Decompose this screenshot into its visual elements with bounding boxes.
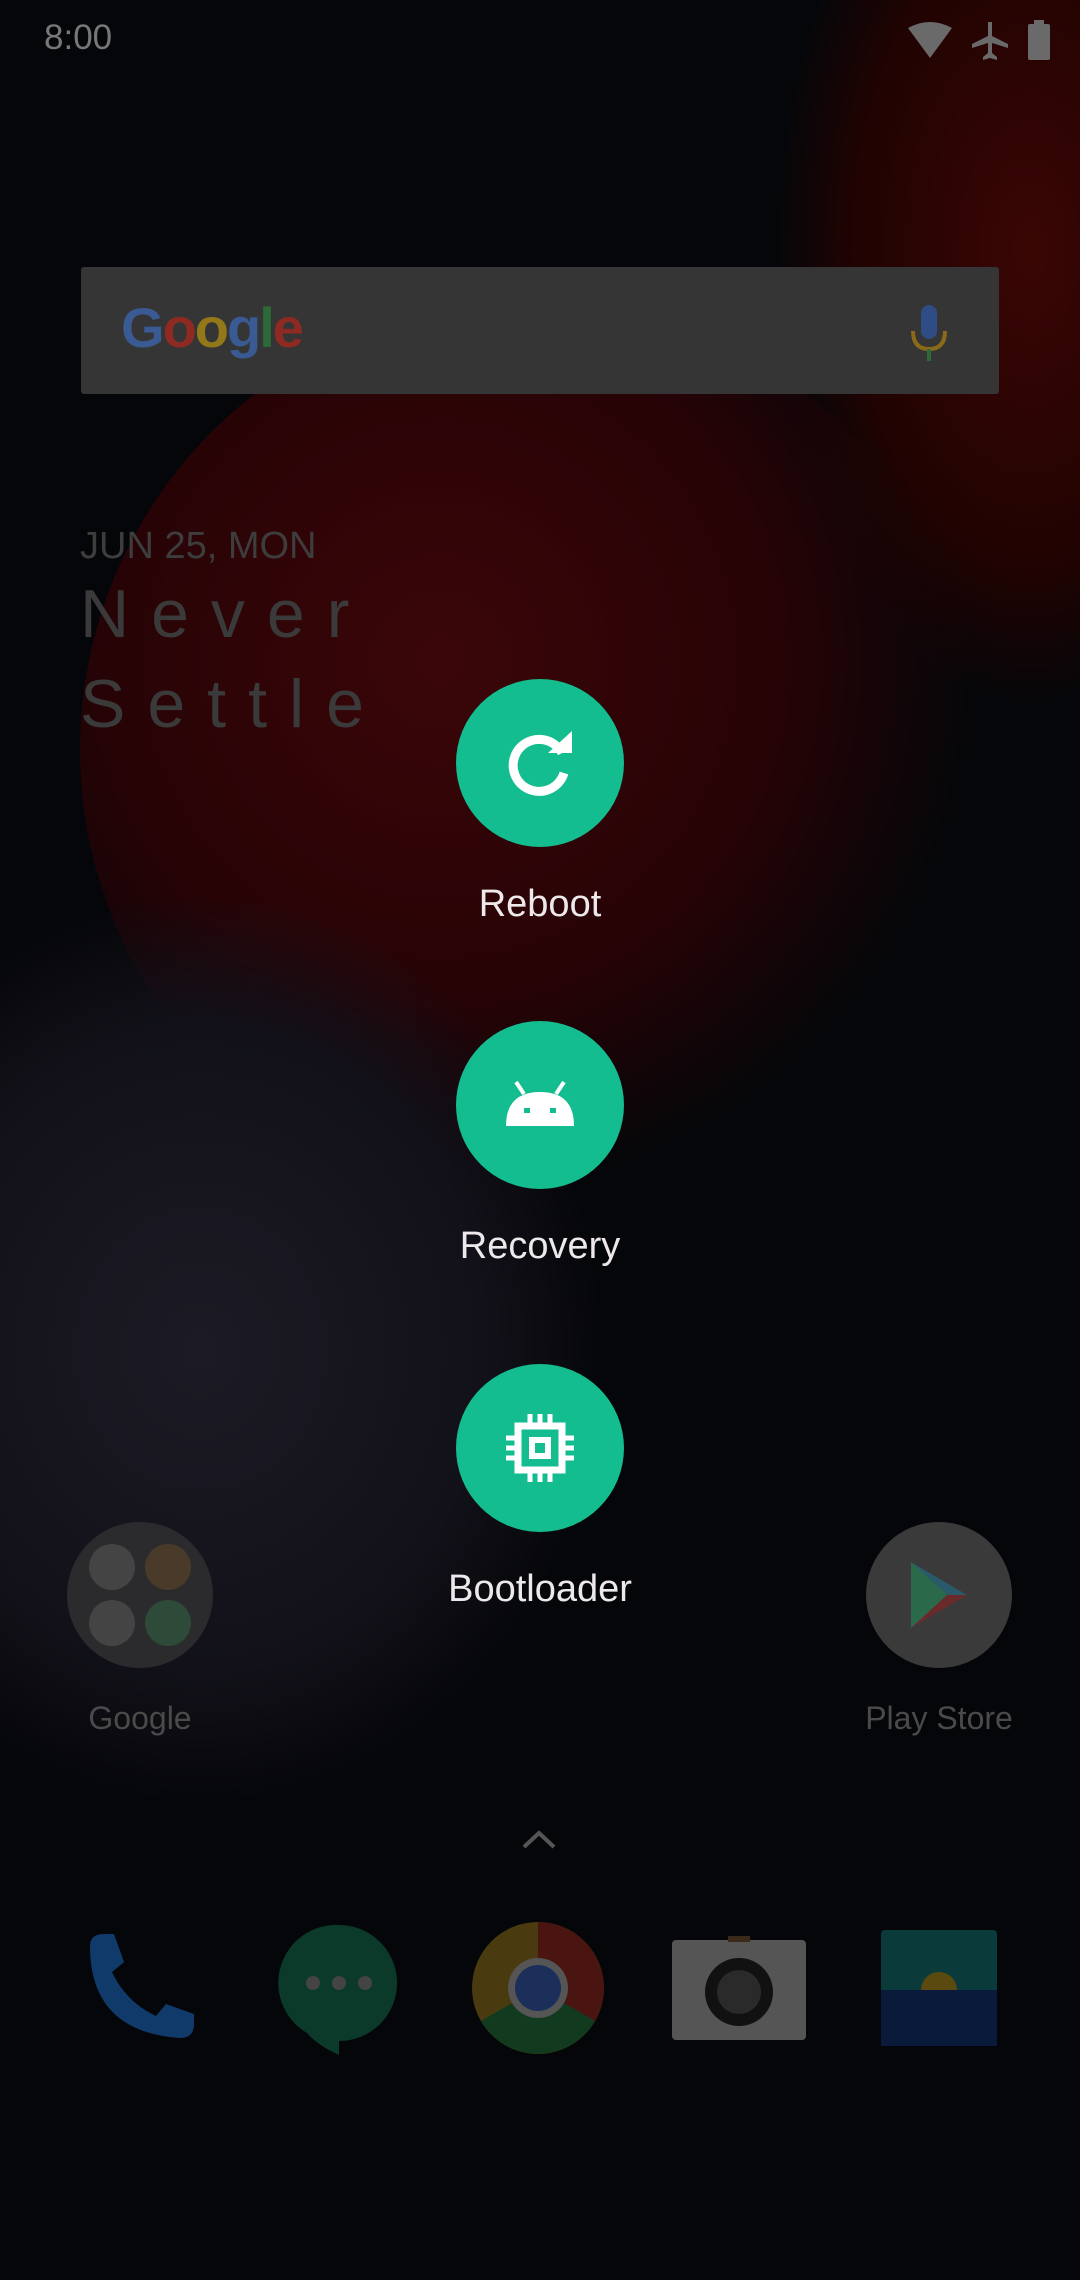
dock-chrome[interactable] xyxy=(470,1920,606,2056)
dock-phone[interactable] xyxy=(72,1920,208,2056)
dock-gallery[interactable] xyxy=(871,1920,1007,2056)
play-store-app[interactable]: Play Store xyxy=(819,1522,1059,1737)
dock-messages[interactable] xyxy=(271,1920,407,2056)
google-folder-icon xyxy=(67,1522,213,1668)
battery-icon xyxy=(1028,20,1050,60)
camera-icon xyxy=(672,1936,806,2040)
google-search-bar[interactable]: Google xyxy=(81,267,999,394)
recovery-button[interactable] xyxy=(456,1021,624,1189)
app-drawer-chevron-up-icon[interactable] xyxy=(521,1828,557,1850)
phone-icon xyxy=(90,1934,194,2038)
recovery-option[interactable]: Recovery xyxy=(0,1021,1080,1268)
google-logo: Google xyxy=(121,296,304,359)
mic-icon[interactable] xyxy=(909,305,949,361)
android-icon xyxy=(506,1080,574,1126)
chip-icon xyxy=(506,1414,574,1482)
reboot-label: Reboot xyxy=(478,883,602,925)
messages-icon xyxy=(278,1924,398,2055)
google-folder[interactable]: Google xyxy=(20,1522,260,1737)
dock-camera[interactable] xyxy=(671,1920,807,2056)
status-time: 8:00 xyxy=(44,18,113,57)
reboot-icon xyxy=(508,731,572,796)
motto-line-1: Never xyxy=(80,576,372,652)
google-folder-label: Google xyxy=(88,1700,192,1736)
recovery-label: Recovery xyxy=(459,1225,621,1267)
wifi-icon xyxy=(908,22,952,58)
play-store-label: Play Store xyxy=(865,1700,1013,1736)
date-text: JUN 25, MON xyxy=(80,525,317,567)
play-store-icon xyxy=(866,1522,1012,1668)
gallery-icon xyxy=(881,1930,997,2046)
chrome-icon xyxy=(472,1922,604,2054)
reboot-button[interactable] xyxy=(456,679,624,847)
bootloader-label: Bootloader xyxy=(448,1568,632,1610)
bootloader-button[interactable] xyxy=(456,1364,624,1532)
airplane-icon xyxy=(972,22,1008,60)
reboot-option[interactable]: Reboot xyxy=(0,679,1080,926)
